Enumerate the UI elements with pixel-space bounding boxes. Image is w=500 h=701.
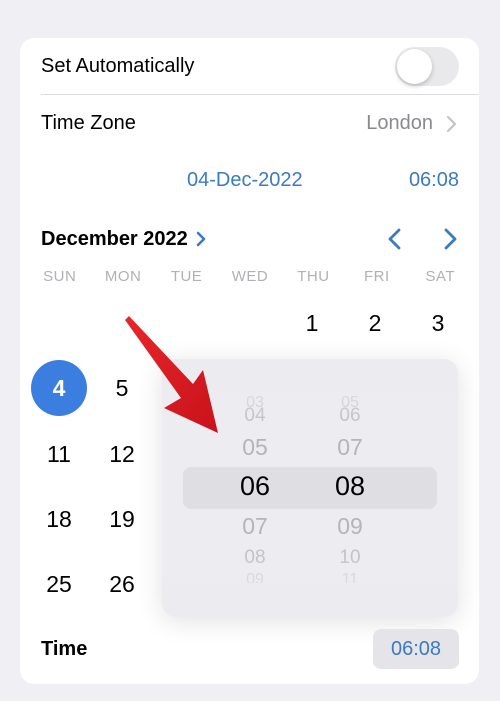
- weekday-header: SUN MON TUE WED THU FRI SAT: [28, 268, 472, 292]
- toggle-knob: [397, 49, 432, 84]
- calendar-day[interactable]: 1: [284, 295, 340, 351]
- calendar-day[interactable]: 12: [94, 426, 150, 482]
- picker-selection-band: [183, 467, 437, 509]
- time-zone-value: London: [366, 112, 433, 134]
- date-time-row: 04-Dec-2022 06:08: [20, 160, 479, 200]
- hour-option: 04: [244, 405, 266, 426]
- month-selector[interactable]: December 2022: [41, 225, 208, 253]
- hour-wheel[interactable]: 03 04 05 06 07 08 09: [225, 359, 285, 617]
- minute-option: 09: [337, 513, 363, 539]
- minute-wheel[interactable]: 05 06 07 08 09 10 11: [320, 359, 380, 617]
- month-label: December 2022: [41, 227, 188, 250]
- weekday-label: THU: [297, 268, 330, 285]
- picker-fade: [162, 359, 458, 419]
- time-label: Time: [41, 638, 88, 660]
- time-zone-row[interactable]: Time Zone London: [20, 95, 479, 152]
- calendar-day[interactable]: 5: [94, 360, 150, 416]
- weekday-label: MON: [104, 268, 142, 285]
- calendar-day[interactable]: 2: [347, 295, 403, 351]
- minute-option: 06: [339, 405, 361, 426]
- weekday-label: TUE: [170, 268, 203, 285]
- set-automatically-toggle[interactable]: [395, 47, 459, 86]
- hour-selected: 06: [239, 471, 271, 501]
- date-button[interactable]: 04-Dec-2022: [187, 169, 303, 192]
- set-automatically-label: Set Automatically: [41, 55, 195, 77]
- weekday-label: WED: [231, 268, 269, 285]
- time-value-button[interactable]: 06:08: [373, 629, 459, 669]
- picker-fade: [162, 557, 458, 617]
- calendar-day[interactable]: 3: [410, 295, 466, 351]
- minute-option: 10: [339, 547, 361, 568]
- weekday-label: SUN: [43, 268, 77, 285]
- calendar-day-selected[interactable]: 4: [31, 360, 87, 416]
- previous-month-button[interactable]: [385, 227, 405, 251]
- weekday-label: FRI: [364, 268, 390, 285]
- calendar-day[interactable]: 19: [94, 491, 150, 547]
- calendar-day[interactable]: 18: [31, 491, 87, 547]
- date-time-card: Set Automatically Time Zone London 04-De…: [20, 38, 479, 684]
- calendar-day[interactable]: 11: [31, 426, 87, 482]
- hour-option: 05: [242, 434, 268, 460]
- set-automatically-row: Set Automatically: [20, 38, 479, 95]
- chevron-right-icon: [196, 231, 206, 247]
- hour-option: 09: [246, 571, 264, 583]
- minute-option: 11: [341, 571, 359, 583]
- calendar-day[interactable]: 25: [31, 556, 87, 612]
- hour-option: 07: [242, 513, 268, 539]
- minute-option: 07: [337, 434, 363, 460]
- next-month-button[interactable]: [440, 227, 460, 251]
- time-picker-popover: 03 04 05 06 07 08 09 05 06 07 08 09 10 1…: [162, 359, 458, 617]
- time-row: Time 06:08: [20, 628, 479, 672]
- hour-option: 08: [244, 547, 266, 568]
- calendar-day[interactable]: 26: [94, 556, 150, 612]
- minute-selected: 08: [334, 471, 366, 501]
- time-button[interactable]: 06:08: [409, 169, 459, 192]
- weekday-label: SAT: [425, 268, 456, 285]
- chevron-right-icon: [446, 115, 457, 132]
- time-zone-label: Time Zone: [41, 112, 136, 134]
